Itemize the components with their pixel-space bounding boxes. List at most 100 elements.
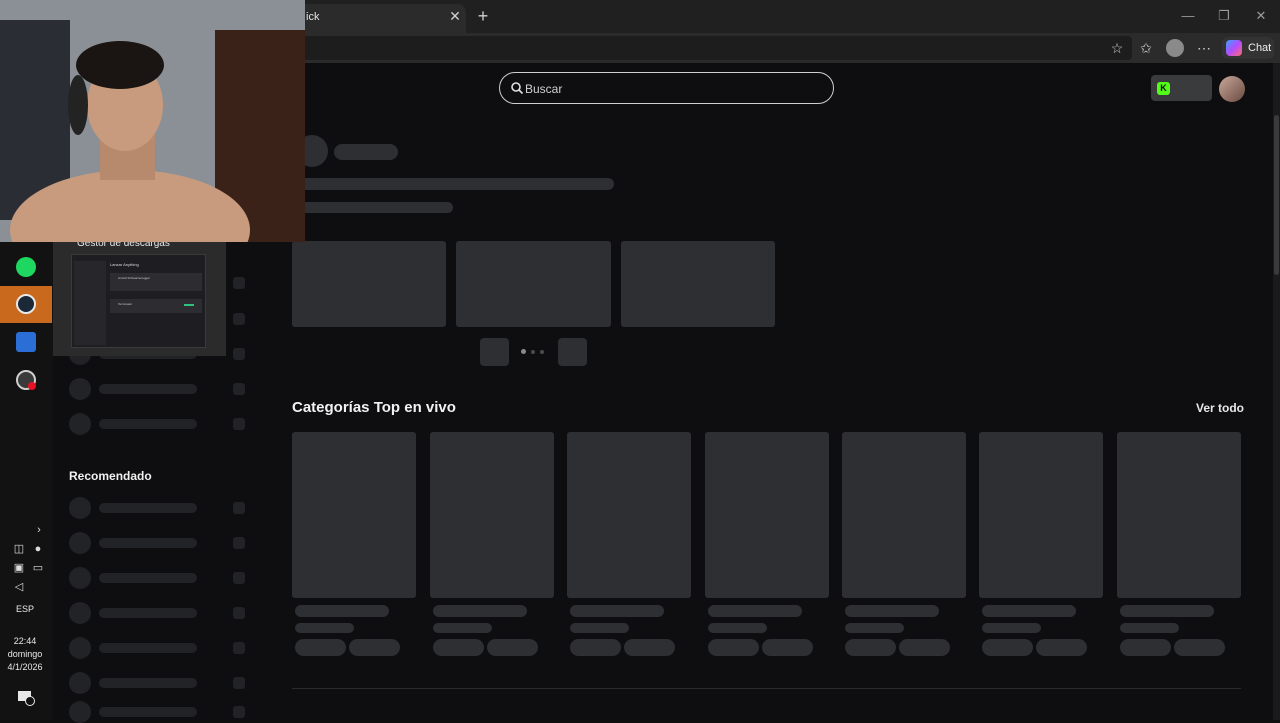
recommended-title: Recomendado bbox=[69, 469, 152, 483]
channel-name-skeleton bbox=[99, 503, 197, 513]
obs-taskbar-button[interactable] bbox=[0, 362, 52, 398]
language-indicator[interactable]: ESP bbox=[0, 604, 50, 614]
chevron-right-icon[interactable]: › bbox=[32, 523, 46, 537]
carousel-card[interactable] bbox=[456, 241, 611, 327]
category-tag-skeleton bbox=[762, 639, 813, 656]
network-icon[interactable]: ▭ bbox=[31, 561, 45, 575]
carousel-card[interactable] bbox=[621, 241, 775, 327]
taskbar-clock[interactable]: 22:44 domingo 4/1/2026 bbox=[0, 635, 50, 674]
stream-title-skeleton bbox=[300, 178, 614, 190]
dl-item-label: Arnold Schwarzenegger bbox=[118, 276, 151, 280]
channel-avatar-skeleton[interactable] bbox=[69, 497, 91, 519]
scrollbar-thumb[interactable] bbox=[1274, 115, 1279, 275]
see-all-link[interactable]: Ver todo bbox=[1196, 401, 1244, 415]
dl-progress bbox=[184, 304, 194, 306]
dl-sidebar bbox=[74, 261, 106, 345]
search-input[interactable] bbox=[525, 81, 815, 97]
dl-item-label: Terminator bbox=[118, 302, 133, 306]
channel-avatar-skeleton[interactable] bbox=[69, 567, 91, 589]
more-menu-icon[interactable]: ⋯ bbox=[1195, 39, 1213, 57]
section-divider bbox=[292, 688, 1241, 689]
search-icon bbox=[511, 82, 524, 95]
category-tag-skeleton bbox=[349, 639, 400, 656]
category-name-skeleton bbox=[570, 605, 664, 617]
channel-name-skeleton bbox=[99, 608, 197, 618]
dl-heading: Lanzar Anything bbox=[110, 262, 139, 267]
tab-close-icon[interactable]: ✕ bbox=[448, 8, 462, 24]
channel-status-skeleton bbox=[233, 502, 245, 514]
category-name-skeleton bbox=[708, 605, 802, 617]
user-avatar[interactable] bbox=[1219, 76, 1245, 102]
browser-tab[interactable] bbox=[296, 4, 466, 33]
microphone-icon[interactable]: ● bbox=[31, 542, 45, 556]
category-tag-skeleton bbox=[708, 639, 759, 656]
category-tag-skeleton bbox=[1174, 639, 1225, 656]
channel-name-skeleton bbox=[99, 678, 197, 688]
category-tag-skeleton bbox=[295, 639, 346, 656]
volume-icon[interactable]: ◁ bbox=[12, 580, 26, 594]
close-window-button[interactable]: ✕ bbox=[1253, 8, 1269, 24]
camera-icon[interactable]: ◫ bbox=[12, 542, 26, 556]
channel-name-skeleton bbox=[99, 538, 197, 548]
channel-name-skeleton bbox=[99, 643, 197, 653]
carousel-next-button[interactable] bbox=[558, 338, 587, 366]
stream-meta-skeleton bbox=[300, 202, 453, 213]
dl-item: Terminator bbox=[110, 299, 202, 313]
notifications-icon[interactable] bbox=[17, 690, 35, 706]
channel-avatar-skeleton[interactable] bbox=[69, 413, 91, 435]
category-viewers-skeleton bbox=[1120, 623, 1179, 633]
favorite-star-icon[interactable]: ☆ bbox=[1108, 39, 1126, 57]
category-card[interactable] bbox=[979, 432, 1103, 598]
recording-indicator-icon bbox=[28, 382, 36, 390]
channel-avatar-skeleton[interactable] bbox=[69, 672, 91, 694]
address-bar[interactable] bbox=[300, 36, 1132, 60]
screen-share-icon[interactable]: ▣ bbox=[12, 561, 26, 575]
category-card[interactable] bbox=[430, 432, 554, 598]
channel-avatar-skeleton[interactable] bbox=[69, 637, 91, 659]
category-card[interactable] bbox=[842, 432, 966, 598]
category-tag-skeleton bbox=[487, 639, 538, 656]
carousel-dot[interactable] bbox=[521, 349, 526, 354]
channel-name-skeleton bbox=[99, 384, 197, 394]
category-card[interactable] bbox=[567, 432, 691, 598]
category-name-skeleton bbox=[845, 605, 939, 617]
chat-label: Chat bbox=[1248, 42, 1272, 54]
carousel-card[interactable] bbox=[292, 241, 446, 327]
kick-app-taskbar-button[interactable] bbox=[0, 324, 52, 360]
category-card[interactable] bbox=[1117, 432, 1241, 598]
category-viewers-skeleton bbox=[708, 623, 767, 633]
minimize-button[interactable]: — bbox=[1180, 8, 1196, 24]
category-card[interactable] bbox=[705, 432, 829, 598]
channel-name-skeleton bbox=[99, 573, 197, 583]
new-tab-button[interactable]: + bbox=[474, 6, 492, 26]
category-tag-skeleton bbox=[982, 639, 1033, 656]
category-tag-skeleton bbox=[1036, 639, 1087, 656]
maximize-button[interactable]: ❐ bbox=[1216, 8, 1232, 24]
channel-status-skeleton bbox=[233, 537, 245, 549]
category-viewers-skeleton bbox=[845, 623, 904, 633]
spotify-taskbar-button[interactable] bbox=[0, 249, 52, 285]
download-manager-thumbnail: Lanzar Anything Arnold Schwarzenegger Te… bbox=[71, 254, 206, 348]
channel-avatar-skeleton[interactable] bbox=[69, 532, 91, 554]
category-card[interactable] bbox=[292, 432, 416, 598]
channel-avatar-skeleton[interactable] bbox=[69, 378, 91, 400]
carousel-prev-button[interactable] bbox=[480, 338, 509, 366]
channel-avatar-skeleton[interactable] bbox=[69, 602, 91, 624]
channel-status-skeleton bbox=[233, 418, 245, 430]
category-viewers-skeleton bbox=[295, 623, 354, 633]
channel-status-skeleton bbox=[233, 572, 245, 584]
channel-status-skeleton bbox=[233, 607, 245, 619]
category-viewers-skeleton bbox=[982, 623, 1041, 633]
clock-time: 22:44 bbox=[13, 636, 37, 646]
carousel-dot[interactable] bbox=[540, 350, 544, 354]
profile-icon[interactable] bbox=[1166, 39, 1184, 57]
category-viewers-skeleton bbox=[433, 623, 492, 633]
carousel-dot[interactable] bbox=[531, 350, 535, 354]
category-tag-skeleton bbox=[624, 639, 675, 656]
category-name-skeleton bbox=[295, 605, 389, 617]
clock-date: 4/1/2026 bbox=[7, 662, 43, 672]
steam-taskbar-button[interactable] bbox=[0, 286, 52, 323]
spotify-icon bbox=[16, 257, 36, 277]
favorites-list-icon[interactable]: ✩ bbox=[1137, 39, 1155, 57]
webcam-overlay bbox=[0, 0, 305, 242]
